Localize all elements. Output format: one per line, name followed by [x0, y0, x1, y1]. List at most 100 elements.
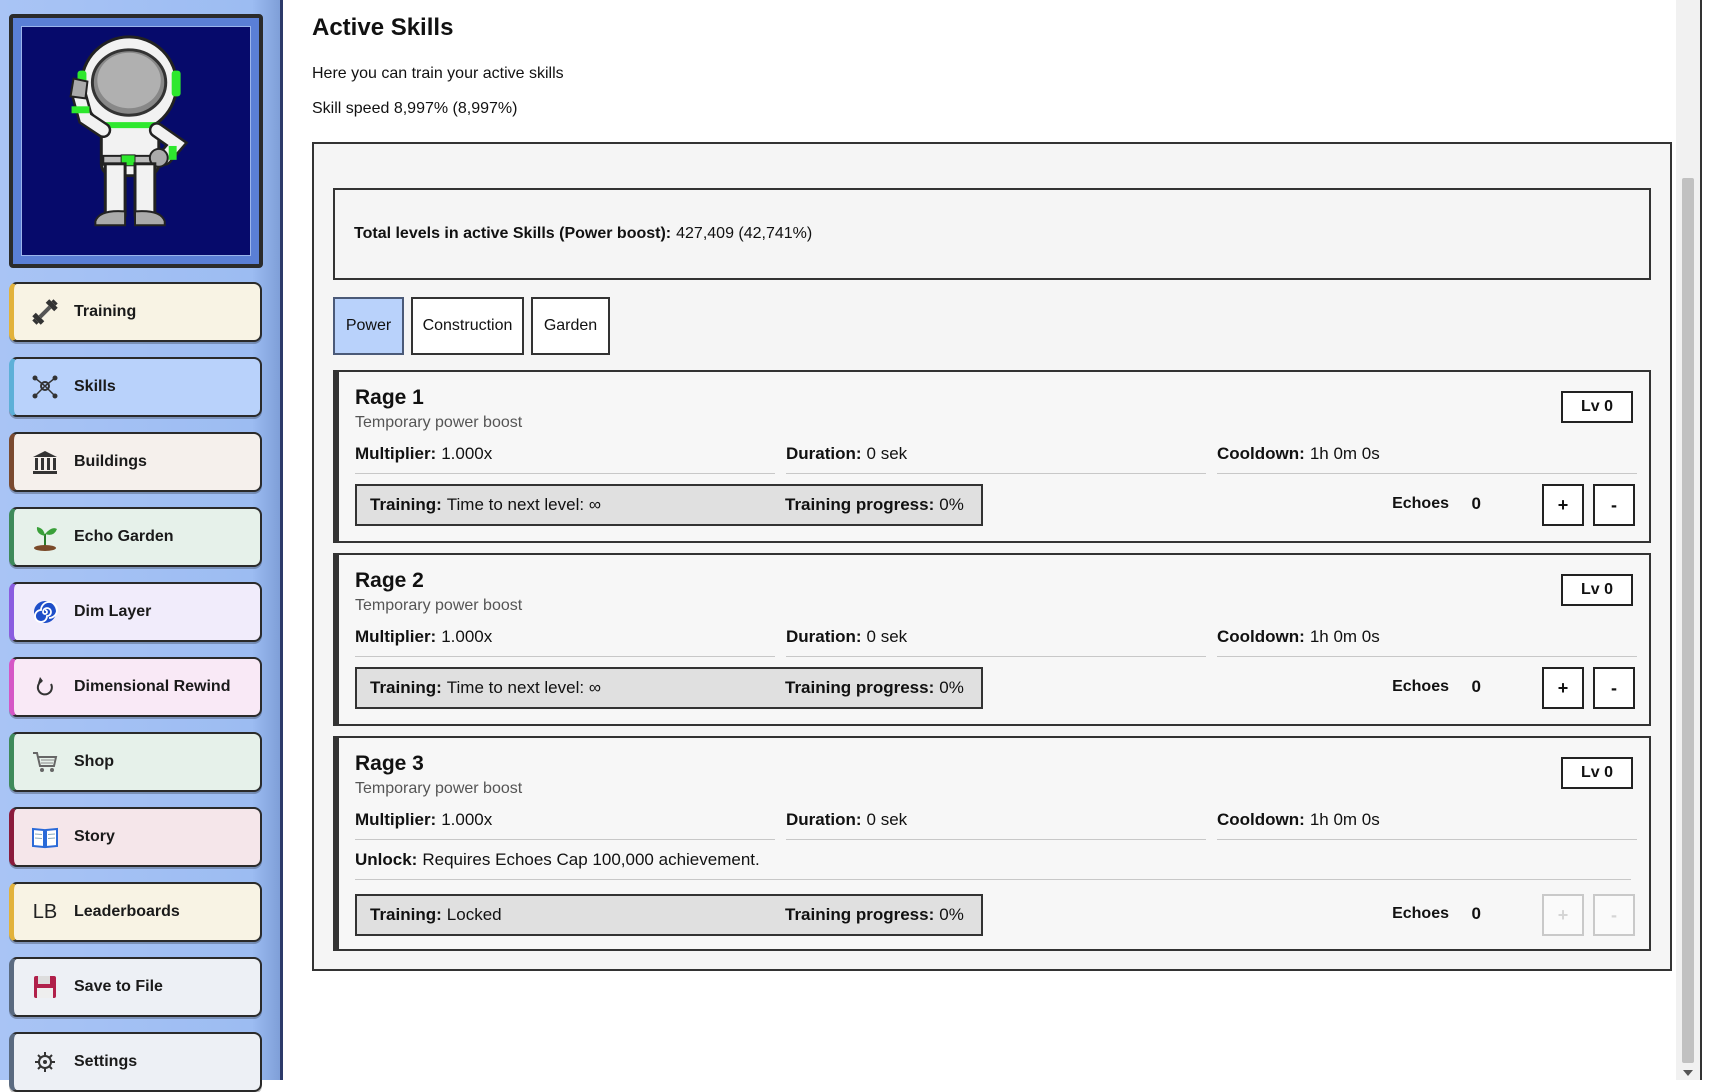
- training-progress: Training progress: 0%: [785, 905, 964, 925]
- multiplier-stat: Multiplier: 1.000x: [355, 810, 775, 840]
- skill-card: Rage 1 Temporary power boost Lv 0 Multiplie…: [333, 370, 1651, 543]
- skill-level-badge: Lv 0: [1561, 757, 1633, 789]
- duration-stat: Duration: 0 sek: [786, 810, 1206, 840]
- multiplier-label: Multiplier:: [355, 627, 437, 646]
- training-progress-value: 0%: [939, 678, 964, 697]
- cart-icon: [28, 745, 62, 779]
- scrollbar[interactable]: [1676, 0, 1700, 1080]
- duration-label: Duration:: [786, 810, 862, 829]
- echoes-count: 0: [1471, 904, 1481, 923]
- sidebar-item-shop[interactable]: Shop: [9, 732, 262, 792]
- add-echo-button[interactable]: +: [1542, 894, 1584, 936]
- training-label: Training:: [370, 678, 442, 697]
- unlock-requirement: Unlock: Requires Echoes Cap 100,000 achie…: [355, 850, 1631, 880]
- training-progress-value: 0%: [939, 905, 964, 924]
- skill-card: Rage 3 Temporary power boost Lv 0 Multiplie…: [333, 736, 1651, 951]
- echoes-count: 0: [1471, 494, 1481, 513]
- sidebar-item-skills[interactable]: Skills: [9, 357, 262, 417]
- multiplier-value: 1.000x: [441, 810, 493, 829]
- unlock-value: Requires Echoes Cap 100,000 achievement.: [422, 850, 760, 869]
- sidebar-item-label: Settings: [74, 1053, 138, 1070]
- skills-network-icon: [28, 370, 62, 404]
- sidebar-item-label: Echo Garden: [74, 528, 174, 545]
- multiplier-value: 1.000x: [441, 444, 493, 463]
- training-status: Training: Locked: [370, 905, 502, 925]
- training-status: Training: Time to next level: ∞: [370, 678, 601, 698]
- cooldown-stat: Cooldown: 1h 0m 0s: [1217, 627, 1637, 657]
- training-progress: Training progress: 0%: [785, 678, 964, 698]
- sidebar-item-label: Skills: [74, 378, 116, 395]
- skill-speed: Skill speed 8,997% (8,997%): [312, 100, 518, 117]
- cooldown-stat: Cooldown: 1h 0m 0s: [1217, 810, 1637, 840]
- training-progress-value: 0%: [939, 495, 964, 514]
- multiplier-stat: Multiplier: 1.000x: [355, 444, 775, 474]
- add-echo-button[interactable]: +: [1542, 667, 1584, 709]
- skill-card: Rage 2 Temporary power boost Lv 0 Multiplie…: [333, 553, 1651, 726]
- main-content: Active Skills Here you can train your ac…: [286, 0, 1702, 1080]
- tab-garden[interactable]: Garden: [531, 297, 610, 355]
- training-progress-label: Training progress:: [785, 678, 935, 697]
- scrollbar-thumb[interactable]: [1682, 178, 1694, 1063]
- remove-echo-button[interactable]: -: [1593, 484, 1635, 526]
- avatar: [9, 14, 263, 268]
- sidebar-item-buildings[interactable]: Buildings: [9, 432, 262, 492]
- dumbbell-icon: [28, 295, 62, 329]
- skill-name: Rage 2: [355, 569, 424, 592]
- multiplier-stat: Multiplier: 1.000x: [355, 627, 775, 657]
- tab-construction[interactable]: Construction: [411, 297, 524, 355]
- cooldown-value: 1h 0m 0s: [1309, 627, 1380, 646]
- total-levels-label: Total levels in active Skills (Power boo…: [354, 225, 672, 242]
- floppy-icon: [28, 970, 62, 1004]
- sidebar-item-label: Training: [74, 303, 137, 320]
- echoes-label: Echoes: [1392, 495, 1449, 512]
- training-value: Locked: [446, 905, 502, 924]
- sidebar-item-dimensional-rewind[interactable]: Dimensional Rewind: [9, 657, 262, 717]
- cooldown-value: 1h 0m 0s: [1309, 810, 1380, 829]
- training-status: Training: Time to next level: ∞: [370, 495, 601, 515]
- sidebar-item-label: Shop: [74, 753, 114, 770]
- multiplier-label: Multiplier:: [355, 444, 437, 463]
- astronaut-avatar-icon: [69, 35, 189, 227]
- total-levels-value: 427,409 (42,741%): [676, 225, 813, 242]
- leaderboard-icon: LB: [32, 900, 58, 923]
- skill-name: Rage 3: [355, 752, 424, 775]
- sidebar-item-dim-layer[interactable]: Dim Layer: [9, 582, 262, 642]
- tab-power[interactable]: Power: [333, 297, 404, 355]
- skill-level-badge: Lv 0: [1561, 574, 1633, 606]
- cooldown-label: Cooldown:: [1217, 810, 1305, 829]
- duration-label: Duration:: [786, 444, 862, 463]
- duration-stat: Duration: 0 sek: [786, 627, 1206, 657]
- training-value: Time to next level: ∞: [446, 495, 601, 514]
- unlock-label: Unlock:: [355, 850, 418, 869]
- sidebar-item-echo-garden[interactable]: Echo Garden: [9, 507, 262, 567]
- training-bar: Training: Time to next level: ∞ Training p…: [355, 667, 983, 709]
- training-progress-label: Training progress:: [785, 905, 935, 924]
- remove-echo-button[interactable]: -: [1593, 667, 1635, 709]
- sidebar-item-label: Dim Layer: [74, 603, 152, 620]
- cooldown-stat: Cooldown: 1h 0m 0s: [1217, 444, 1637, 474]
- training-progress: Training progress: 0%: [785, 495, 964, 515]
- book-icon: [28, 820, 62, 854]
- cooldown-value: 1h 0m 0s: [1309, 444, 1380, 463]
- cooldown-label: Cooldown:: [1217, 444, 1305, 463]
- gear-icon: [28, 1045, 62, 1079]
- scroll-down-arrow-icon[interactable]: [1683, 1070, 1693, 1076]
- building-icon: [28, 445, 62, 479]
- training-bar: Training: Time to next level: ∞ Training p…: [355, 484, 983, 526]
- sidebar-item-label: Leaderboards: [74, 903, 180, 920]
- multiplier-value: 1.000x: [441, 627, 493, 646]
- skill-name: Rage 1: [355, 386, 424, 409]
- sidebar-item-leaderboards[interactable]: LB Leaderboards: [9, 882, 262, 942]
- sidebar-item-training[interactable]: Training: [9, 282, 262, 342]
- skill-level-badge: Lv 0: [1561, 391, 1633, 423]
- sidebar-item-story[interactable]: Story: [9, 807, 262, 867]
- sidebar-item-label: Dimensional Rewind: [74, 678, 231, 695]
- total-levels-box: Total levels in active Skills (Power boo…: [333, 188, 1651, 280]
- sidebar-item-settings[interactable]: Settings: [9, 1032, 262, 1092]
- page-description: Here you can train your active skills: [312, 65, 564, 82]
- sidebar-item-save-to-file[interactable]: Save to File: [9, 957, 262, 1017]
- add-echo-button[interactable]: +: [1542, 484, 1584, 526]
- spiral-icon: [28, 595, 62, 629]
- sidebar-item-label: Story: [74, 828, 115, 845]
- remove-echo-button[interactable]: -: [1593, 894, 1635, 936]
